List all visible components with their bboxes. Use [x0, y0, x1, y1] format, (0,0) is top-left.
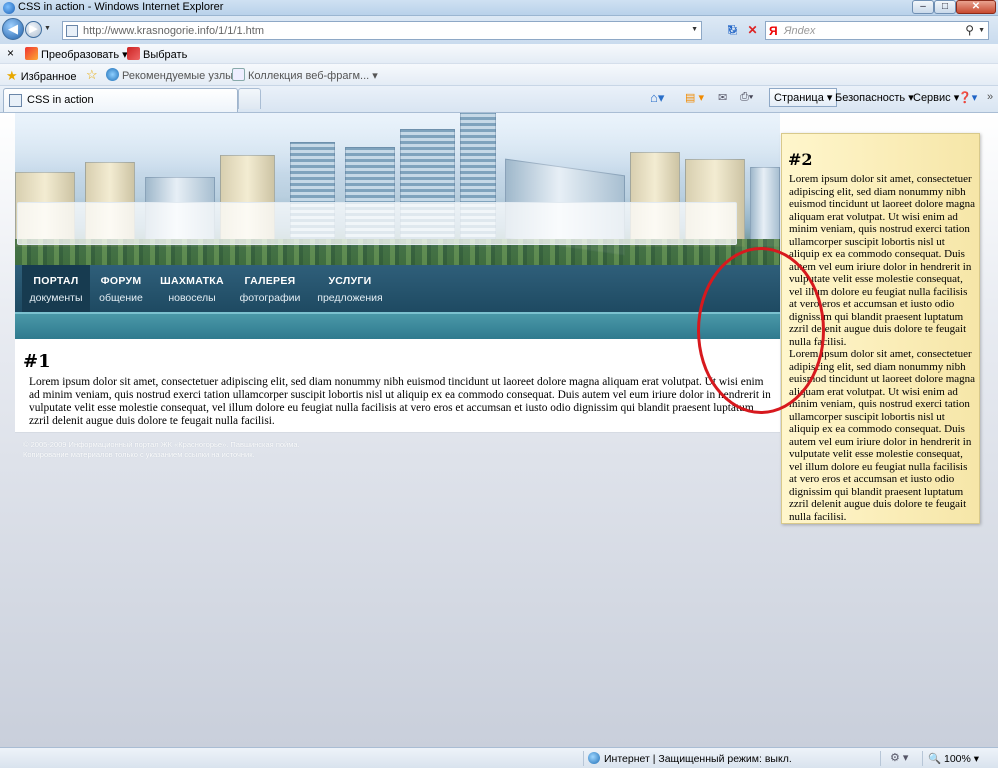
nav-item-services[interactable]: УСЛУГИ предложения [313, 265, 387, 312]
status-separator [583, 751, 584, 766]
window-title: CSS in action - Windows Internet Explore… [18, 1, 224, 13]
pdf-convert-icon [25, 47, 38, 60]
back-button[interactable]: ◀ [2, 18, 24, 40]
page-icon [9, 94, 22, 107]
favorites-button[interactable]: ★ Избранное [6, 68, 76, 84]
search-icon[interactable]: ⚲ [965, 23, 974, 37]
block-2-heading: #2 [788, 150, 813, 169]
page-menu-button[interactable]: Страница ▾ [769, 88, 838, 107]
status-bar: Интернет | Защищенный режим: выкл. ⚙ ▾ 🔍… [0, 747, 998, 768]
home-icon[interactable]: ⌂▾ [650, 90, 664, 106]
title-bar: CSS in action - Windows Internet Explore… [0, 0, 998, 16]
ie-page-icon [106, 68, 119, 81]
address-url[interactable]: http://www.krasnogorie.info/1/1/1.htm [83, 25, 264, 37]
building-image [750, 167, 780, 247]
web-slice-gallery-link[interactable]: Коллекция веб-фрагм... ▾ [232, 68, 378, 82]
tab-label: CSS in action [27, 94, 94, 106]
maximize-button[interactable]: □ [934, 0, 956, 14]
nav-title: ФОРУМ [100, 275, 142, 287]
nav-item-gallery[interactable]: ГАЛЕРЕЯ фотографии [235, 265, 305, 312]
page-icon [66, 25, 78, 37]
security-zone[interactable]: Интернет | Защищенный режим: выкл. [588, 752, 792, 765]
search-dropdown-icon[interactable]: ▼ [978, 27, 985, 34]
nav-title: ПОРТАЛ [33, 275, 79, 287]
stop-icon[interactable]: ✕ [744, 22, 761, 39]
print-icon[interactable]: ⎙▾ [740, 91, 753, 104]
sub-navigation-bar [15, 312, 780, 339]
more-tools-icon[interactable]: » [987, 91, 993, 103]
page-footer: © 2005-2009 Информационный портал ЖК «Кр… [23, 440, 300, 460]
block-2-text: Lorem ipsum dolor sit amet, consectetuer… [789, 173, 977, 523]
address-bar-row: ◀ ▶ ▼ http://www.krasnogorie.info/1/1/1.… [0, 16, 998, 44]
new-tab-button[interactable] [238, 88, 261, 109]
search-placeholder: Яndex [784, 25, 816, 37]
address-input[interactable]: http://www.krasnogorie.info/1/1/1.htm ▼ [62, 21, 702, 40]
tools-menu-button[interactable]: Сервис ▾ [913, 91, 959, 104]
nav-subtitle: общение [99, 292, 143, 304]
nav-subtitle: новоселы [168, 292, 216, 304]
suggested-sites-link[interactable]: Рекомендуемые узлы ▾ [106, 68, 242, 82]
select-button[interactable]: Выбрать [127, 47, 187, 61]
minimize-button[interactable]: – [912, 0, 934, 14]
header-banner [15, 113, 780, 265]
content-block-1: #1 Lorem ipsum dolor sit amet, consectet… [15, 339, 780, 433]
tab-css-in-action[interactable]: CSS in action [3, 88, 238, 112]
nav-subtitle: документы [29, 292, 83, 304]
web-slice-icon [232, 68, 245, 81]
status-separator [880, 751, 881, 766]
banner-overlay-panel [17, 202, 737, 245]
add-favorite-icon[interactable]: ☆ [86, 67, 98, 83]
block-2-paragraph: Lorem ipsum dolor sit amet, consectetuer… [789, 173, 976, 348]
nav-title: УСЛУГИ [328, 275, 372, 287]
converter-toolbar: × Преобразовать ▾ Выбрать [0, 44, 998, 64]
nav-title: ШАХМАТКА [160, 275, 224, 287]
address-dropdown-icon[interactable]: ▼ [691, 26, 698, 33]
floating-block-2: #2 Lorem ipsum dolor sit amet, consectet… [781, 133, 980, 524]
favorites-bar: ★ Избранное ☆ Рекомендуемые узлы ▾ Колле… [0, 64, 998, 86]
globe-icon [588, 752, 600, 764]
nav-item-chess[interactable]: ШАХМАТКА новоселы [155, 265, 229, 312]
status-separator [922, 751, 923, 766]
nav-title: ГАЛЕРЕЯ [244, 275, 296, 287]
safety-menu-button[interactable]: Безопасность ▾ [835, 91, 914, 104]
yandex-logo-icon: Я [769, 24, 778, 38]
nav-subtitle: фотографии [239, 292, 301, 304]
convert-button[interactable]: Преобразовать ▾ [25, 47, 128, 61]
main-navigation: ПОРТАЛ документы ФОРУМ общение ШАХМАТКА … [15, 265, 780, 312]
refresh-icon[interactable]: ↻ [724, 22, 741, 39]
close-window-button[interactable]: ✕ [956, 0, 996, 14]
nav-item-forum[interactable]: ФОРУМ общение [91, 265, 151, 312]
history-dropdown-icon[interactable]: ▼ [44, 25, 51, 32]
nav-subtitle: предложения [317, 292, 383, 304]
content-1-heading: #1 [23, 351, 51, 372]
block-2-paragraph: Lorem ipsum dolor sit amet, consectetuer… [789, 348, 976, 523]
mail-icon[interactable]: ✉ [718, 91, 727, 104]
footer-notice: Копирование материалов только с указание… [23, 450, 255, 459]
feeds-icon[interactable]: ▤ ▾ [685, 91, 704, 104]
select-icon [127, 47, 140, 60]
forward-button[interactable]: ▶ [25, 21, 42, 38]
content-1-text: Lorem ipsum dolor sit amet, consectetuer… [29, 376, 771, 427]
footer-copyright: © 2005-2009 Информационный портал ЖК «Кр… [23, 440, 300, 449]
protected-mode-icon[interactable]: ⚙ ▾ [890, 751, 908, 764]
search-input[interactable]: Я Яndex ⚲ ▼ [765, 21, 989, 40]
zoom-level[interactable]: 🔍 100% ▾ [928, 752, 979, 765]
help-icon[interactable]: ❓▾ [958, 91, 977, 104]
star-icon: ★ [6, 68, 18, 83]
toolbar-close-icon[interactable]: × [7, 46, 14, 60]
nav-item-portal[interactable]: ПОРТАЛ документы [22, 265, 90, 312]
ie-logo-icon [3, 2, 15, 14]
page-viewport: ПОРТАЛ документы ФОРУМ общение ШАХМАТКА … [0, 113, 998, 747]
